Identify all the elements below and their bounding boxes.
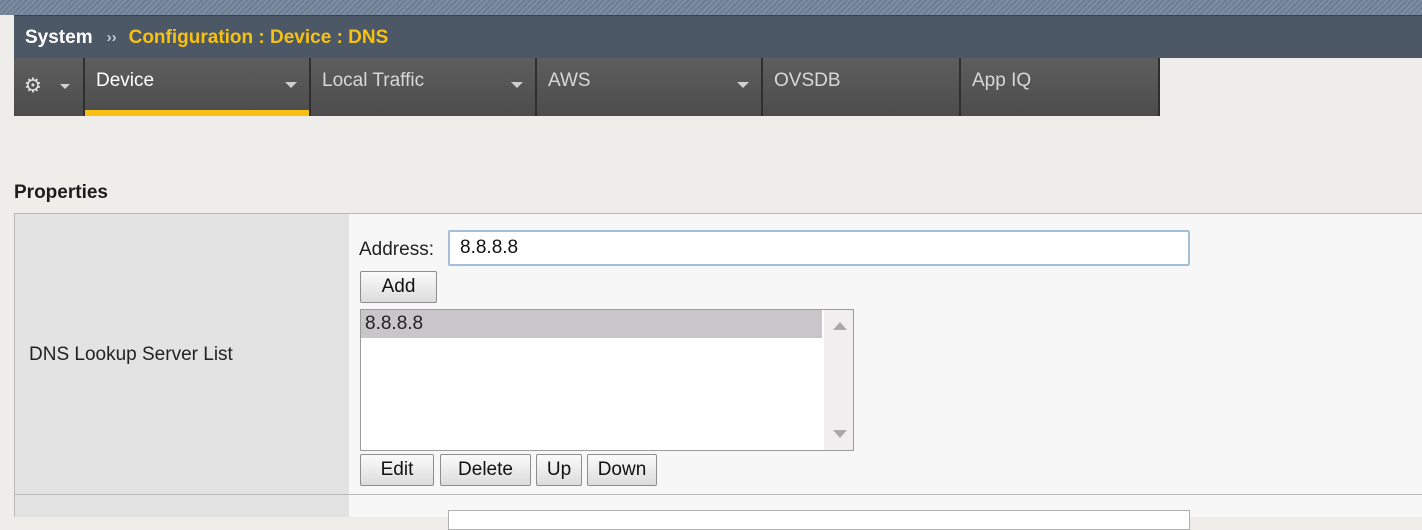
page-title: Configuration : Device : DNS <box>128 26 389 48</box>
section-title: Properties <box>14 182 108 203</box>
chevron-down-icon <box>737 82 749 88</box>
tab-label: App IQ <box>972 70 1032 91</box>
gear-icon: ⚙ <box>24 75 42 97</box>
title-bar: System ›› Configuration : Device : DNS <box>14 15 1422 59</box>
main-nav: ⚙ Device Local Traffic AWS OVSDB App IQ <box>14 58 1422 118</box>
scroll-up-arrow-icon[interactable] <box>833 322 847 330</box>
address-input[interactable] <box>448 230 1190 266</box>
tab-ovsdb[interactable]: OVSDB <box>763 58 961 116</box>
chevron-down-icon <box>511 82 523 88</box>
property-value-cell: Address: Add 8.8.8.8 Edit Delete Up Down <box>349 214 1422 495</box>
property-label-cell: DNS Lookup Server List <box>14 214 350 495</box>
breadcrumb-separator: ›› <box>106 29 117 46</box>
list-item[interactable]: 8.8.8.8 <box>361 310 822 338</box>
tab-aws[interactable]: AWS <box>537 58 763 116</box>
tab-label: AWS <box>548 70 591 91</box>
tab-app-iq[interactable]: App IQ <box>961 58 1160 116</box>
active-tab-indicator <box>85 110 309 116</box>
settings-menu-button[interactable]: ⚙ <box>14 58 85 116</box>
chevron-down-icon <box>60 84 70 89</box>
dns-server-listbox[interactable]: 8.8.8.8 <box>360 309 854 451</box>
properties-table: DNS Lookup Server List Address: Add 8.8.… <box>14 213 1422 530</box>
delete-button[interactable]: Delete <box>440 454 531 486</box>
up-button[interactable]: Up <box>536 454 582 486</box>
dns-lookup-server-list-label: DNS Lookup Server List <box>29 344 233 365</box>
chevron-down-icon <box>285 82 297 88</box>
tab-label: Local Traffic <box>322 70 425 91</box>
top-stripe <box>0 0 1422 15</box>
tab-device[interactable]: Device <box>85 58 311 116</box>
listbox-scrollbar[interactable] <box>824 310 853 450</box>
tab-label: OVSDB <box>774 70 841 91</box>
tab-local-traffic[interactable]: Local Traffic <box>311 58 537 116</box>
breadcrumb-system[interactable]: System <box>25 27 93 49</box>
property-label-cell <box>14 495 350 517</box>
tab-label: Device <box>96 70 155 91</box>
address-label: Address: <box>359 239 434 260</box>
property-value-cell <box>349 495 1422 530</box>
scroll-down-arrow-icon[interactable] <box>833 430 847 438</box>
edit-button[interactable]: Edit <box>360 454 434 486</box>
add-button[interactable]: Add <box>360 271 437 303</box>
down-button[interactable]: Down <box>587 454 657 486</box>
text-field[interactable] <box>448 510 1190 530</box>
